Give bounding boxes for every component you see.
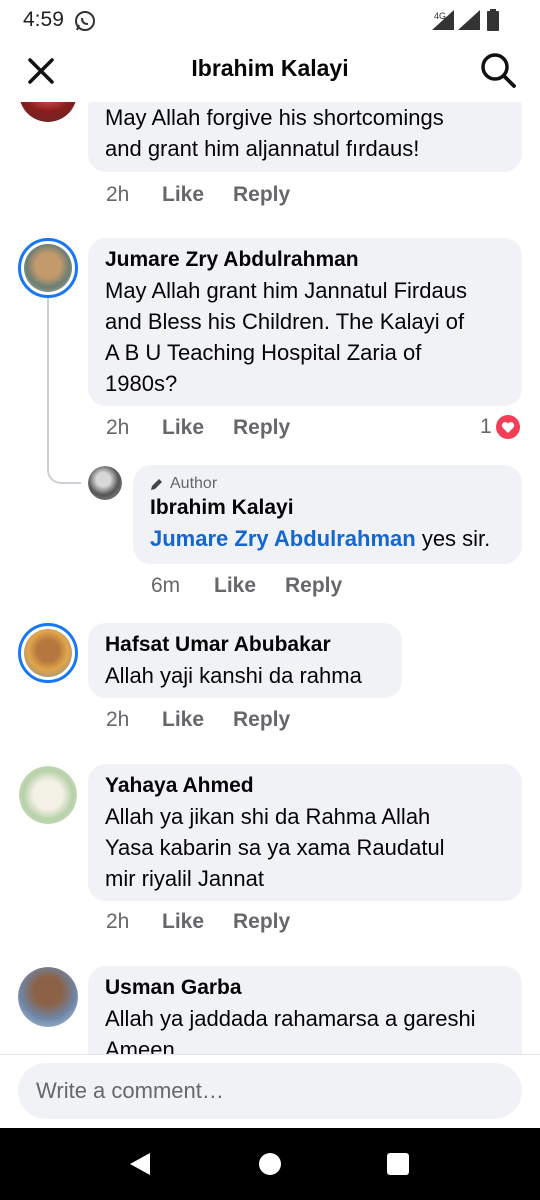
reaction-count[interactable]: 1 [480, 415, 520, 439]
comment-text: 1980s? [105, 371, 178, 396]
reply-text: yes sir. [415, 526, 491, 551]
comment-bubble[interactable]: Hafsat Umar Abubakar Allah yaji kanshi d… [88, 623, 402, 698]
comment-time: 2h [106, 416, 130, 439]
like-button[interactable]: Like [162, 708, 233, 732]
comment-text: May Allah forgive his shortcomings [105, 105, 444, 130]
comment-bubble[interactable]: Jumare Zry Abdulrahman May Allah grant h… [88, 238, 522, 406]
comment-text: Jumare Zry Abdulrahman yes sir. [150, 523, 506, 554]
reply-button[interactable]: Reply [285, 574, 342, 598]
comment-actions: 2h Like Reply [106, 708, 290, 732]
commenter-name[interactable]: Usman Garba [105, 976, 506, 1000]
comment-text: Allah yaji kanshi da rahma [105, 663, 362, 688]
battery-icon [487, 9, 499, 31]
signal-icon [458, 10, 480, 30]
comment-actions: 2h Like Reply [106, 910, 290, 934]
comment-composer: Write a comment… [0, 1054, 540, 1128]
comments-list[interactable]: May Allah forgive his shortcomings and g… [0, 102, 540, 1054]
comment-time: 2h [106, 910, 130, 933]
heart-icon [495, 415, 520, 439]
comment-time: 2h [106, 183, 130, 206]
comment-time: 6m [151, 574, 181, 597]
avatar[interactable] [18, 623, 78, 683]
recents-icon[interactable] [387, 1153, 409, 1175]
comment-text: and Bless his Children. The Kalayi of [105, 309, 465, 334]
comment-bubble[interactable]: May Allah forgive his shortcomings and g… [88, 102, 522, 172]
comment-bubble[interactable]: Usman Garba Allah ya jaddada rahamarsa a… [88, 966, 522, 1054]
network-label: 4G [434, 11, 446, 21]
home-icon[interactable] [259, 1153, 281, 1175]
comment-text: Ameen [105, 1037, 175, 1054]
comment-text: Yasa kabarin sa ya xama Raudatul [105, 835, 445, 860]
reply-bubble[interactable]: Author Ibrahim Kalayi Jumare Zry Abdulra… [133, 465, 522, 564]
reply-button[interactable]: Reply [233, 910, 290, 934]
avatar[interactable] [18, 238, 78, 298]
reply-button[interactable]: Reply [233, 416, 290, 440]
status-bar: 4:59 4G [0, 0, 540, 40]
signal-4g-icon: 4G [432, 10, 454, 30]
like-button[interactable]: Like [162, 910, 233, 934]
comment-text: mir riyalil Jannat [105, 866, 264, 891]
author-label: Author [170, 475, 218, 492]
avatar[interactable] [18, 967, 78, 1027]
pencil-icon [151, 479, 162, 490]
system-nav-bar [0, 1128, 540, 1200]
reply-button[interactable]: Reply [233, 708, 290, 732]
mention-link[interactable]: Jumare Zry Abdulrahman [150, 526, 416, 551]
comment-actions: 2h Like Reply [106, 183, 290, 207]
commenter-name[interactable]: Jumare Zry Abdulrahman [105, 248, 506, 272]
comment-text: and grant him aljannatul fırdaus! [105, 136, 420, 161]
comment-text: May Allah grant him Jannatul Firdaus [105, 278, 467, 303]
like-button[interactable]: Like [162, 416, 233, 440]
avatar[interactable] [19, 102, 77, 122]
back-icon[interactable] [128, 1152, 152, 1176]
comment-time: 2h [106, 708, 130, 731]
comment-text: Allah ya jikan shi da Rahma Allah [105, 804, 431, 829]
page-title: Ibrahim Kalayi [191, 55, 349, 81]
like-button[interactable]: Like [162, 183, 233, 207]
avatar[interactable] [88, 466, 122, 500]
whatsapp-icon [75, 11, 95, 31]
comment-input[interactable]: Write a comment… [18, 1063, 522, 1119]
comment-actions: 2h Like Reply [106, 416, 290, 440]
commenter-name[interactable]: Ibrahim Kalayi [150, 496, 506, 520]
header: Ibrahim Kalayi [0, 40, 540, 102]
comment-text: Allah ya jaddada rahamarsa a gareshi [105, 1006, 476, 1031]
status-time: 4:59 [23, 8, 64, 31]
thread-line [47, 298, 81, 484]
reply-button[interactable]: Reply [233, 183, 290, 207]
reaction-count-number: 1 [480, 415, 492, 438]
commenter-name[interactable]: Hafsat Umar Abubakar [105, 633, 386, 657]
like-button[interactable]: Like [214, 574, 285, 598]
search-icon[interactable] [479, 51, 517, 89]
commenter-name[interactable]: Yahaya Ahmed [105, 774, 506, 798]
comment-actions: 6m Like Reply [151, 574, 342, 598]
author-badge: Author [150, 474, 506, 494]
avatar[interactable] [19, 766, 77, 824]
comment-bubble[interactable]: Yahaya Ahmed Allah ya jikan shi da Rahma… [88, 764, 522, 901]
comment-text: A B U Teaching Hospital Zaria of [105, 340, 422, 365]
